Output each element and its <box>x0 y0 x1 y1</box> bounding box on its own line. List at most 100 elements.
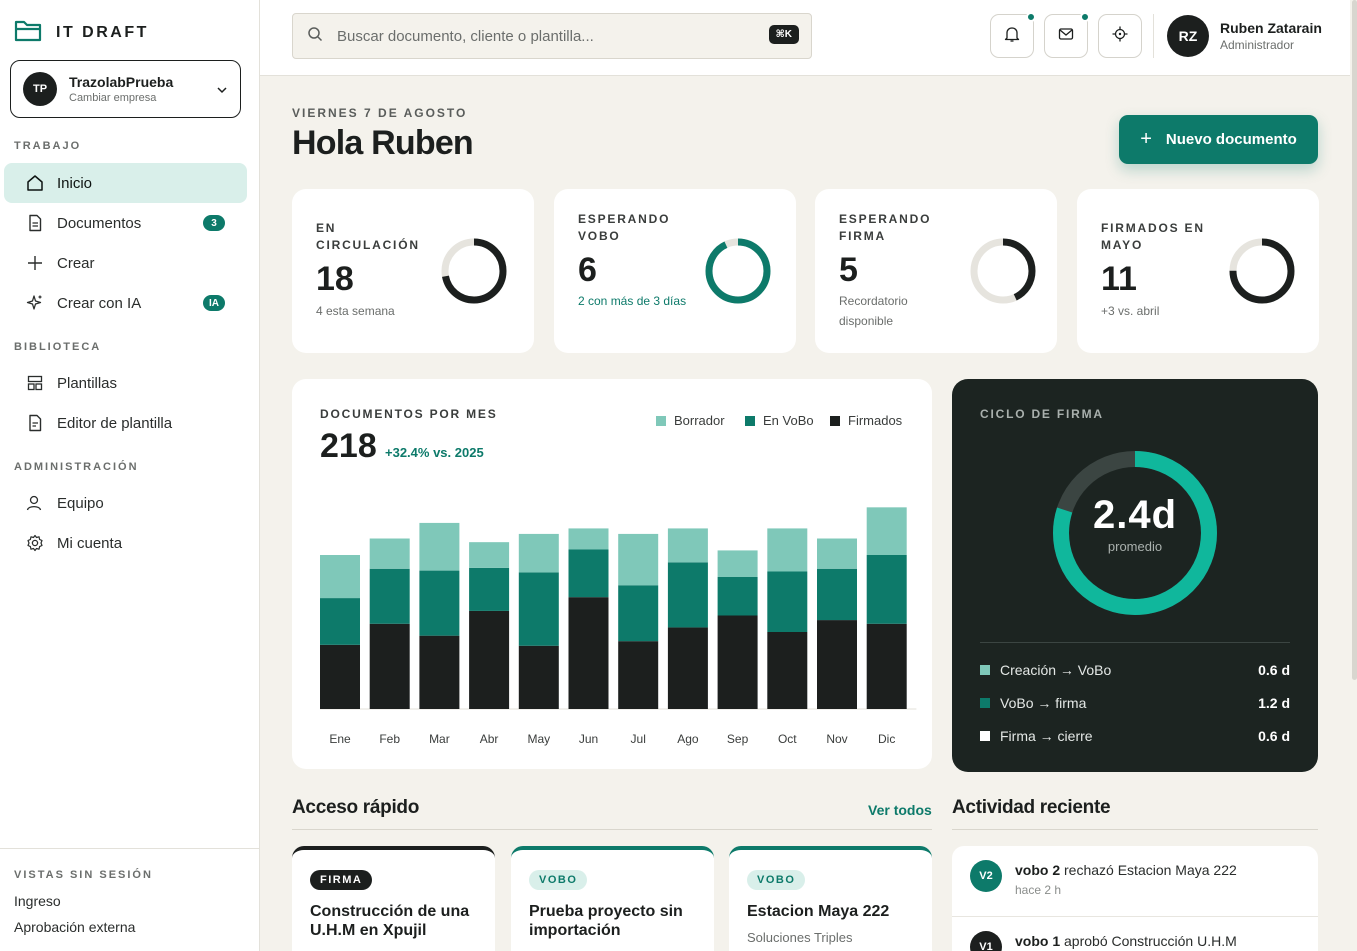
bar-en-vobo-may[interactable] <box>518 572 559 646</box>
search-box[interactable]: ⌘K <box>292 13 812 59</box>
company-switcher[interactable]: TP TrazolabPrueba Cambiar empresa <box>10 60 241 118</box>
scrollbar[interactable] <box>1352 0 1357 680</box>
activity-divider <box>952 829 1318 830</box>
brand-logo[interactable]: IT DRAFT <box>14 18 149 47</box>
search-input[interactable] <box>337 27 737 45</box>
link-aprobacion-externa[interactable]: Aprobación externa <box>14 919 135 935</box>
stat-card-vobo[interactable]: ESPERANDO VOBO 6 2 con más de 3 días <box>554 189 796 353</box>
bar-borrador-mar[interactable] <box>419 522 460 571</box>
bar-firmados-may[interactable] <box>518 645 559 709</box>
bar-chart: Ene Feb Mar Abr May Jun Jul Ago Sep Oct Nov Dic <box>320 507 917 746</box>
status-badge: FIRMA <box>310 870 373 890</box>
bar-borrador-ene[interactable] <box>320 555 360 599</box>
bar-borrador-feb[interactable] <box>369 538 410 569</box>
stat-card-firmados[interactable]: FIRMADOS EN MAYO 11 +3 vs. abril <box>1077 189 1319 353</box>
bar-en-vobo-oct[interactable] <box>767 571 808 633</box>
bar-firmados-mar[interactable] <box>419 635 460 709</box>
documents-count-badge: 3 <box>203 215 225 231</box>
bar-firmados-feb[interactable] <box>369 623 410 709</box>
bar-borrador-ago[interactable] <box>667 528 708 563</box>
quick-access-title: Acceso rápido <box>292 797 420 818</box>
status-badge: VOBO <box>747 870 806 890</box>
x-tick-label: May <box>527 732 550 746</box>
bar-firmados-ago[interactable] <box>667 627 708 709</box>
stat-donut <box>970 238 1036 304</box>
quick-card-title: Estacion Maya 222 <box>747 903 890 920</box>
cycle-swatch <box>980 698 990 708</box>
stat-value: 18 <box>316 260 354 298</box>
topbar-separator <box>1153 14 1154 58</box>
sidebar-item-inicio[interactable]: Inicio <box>4 163 247 203</box>
search-icon <box>307 26 323 47</box>
bar-en-vobo-nov[interactable] <box>817 568 857 621</box>
bar-firmados-ene[interactable] <box>320 644 360 709</box>
user-avatar[interactable]: RZ <box>1167 15 1209 57</box>
bar-en-vobo-mar[interactable] <box>419 570 460 636</box>
sidebar-item-editor-plantilla[interactable]: Editor de plantilla <box>4 403 247 443</box>
cycle-sub: promedio <box>1107 539 1163 554</box>
sidebar-item-label: Documentos <box>57 214 142 232</box>
sidebar-item-equipo[interactable]: Equipo <box>4 483 247 523</box>
bar-borrador-jul[interactable] <box>618 533 659 586</box>
quick-card[interactable]: VOBO Estacion Maya 222 Soluciones Triple… <box>729 846 932 951</box>
bar-en-vobo-abr[interactable] <box>469 567 510 611</box>
bar-firmados-sep[interactable] <box>717 615 758 710</box>
stat-donut <box>441 238 507 304</box>
activity-text: vobo 1 aprobó Construcción U.H.M <box>1015 933 1237 949</box>
bar-en-vobo-jun[interactable] <box>568 549 609 598</box>
bar-borrador-abr[interactable] <box>469 542 510 568</box>
stat-card-firma[interactable]: ESPERANDO FIRMA 5 Recordatorio disponibl… <box>815 189 1057 353</box>
bar-firmados-dic[interactable] <box>866 623 907 709</box>
link-ingreso[interactable]: Ingreso <box>14 893 61 909</box>
sidebar: IT DRAFT TP TrazolabPrueba Cambiar empre… <box>0 0 260 951</box>
sidebar-item-documentos[interactable]: Documentos 3 <box>4 203 247 243</box>
new-document-button[interactable]: + Nuevo documento <box>1119 115 1318 164</box>
user-role: Administrador <box>1220 38 1295 52</box>
topbar: ⌘K RZ Ruben Zatarain Administrador <box>260 0 1350 76</box>
bar-en-vobo-sep[interactable] <box>717 577 758 616</box>
bar-en-vobo-ago[interactable] <box>667 562 708 628</box>
bar-en-vobo-jul[interactable] <box>618 585 659 642</box>
cycle-row-value: 1.2 d <box>1258 695 1290 711</box>
bar-borrador-may[interactable] <box>518 533 559 573</box>
activity-time: hace 2 h <box>1015 883 1062 897</box>
bar-firmados-abr[interactable] <box>469 610 510 709</box>
sidebar-item-crear-ia[interactable]: Crear con IA IA <box>4 283 247 323</box>
bar-borrador-oct[interactable] <box>767 528 808 572</box>
locate-button[interactable] <box>1098 14 1142 58</box>
bar-borrador-sep[interactable] <box>717 550 758 577</box>
company-switch-label: Cambiar empresa <box>69 92 157 104</box>
bar-firmados-jun[interactable] <box>568 597 609 709</box>
bar-en-vobo-dic[interactable] <box>866 555 907 624</box>
bar-firmados-nov[interactable] <box>817 620 857 709</box>
bar-borrador-jun[interactable] <box>568 528 609 550</box>
bar-borrador-dic[interactable] <box>866 507 907 555</box>
bar-en-vobo-ene[interactable] <box>320 598 360 645</box>
stat-card-circulacion[interactable]: EN CIRCULACIÓN 18 4 esta semana <box>292 189 534 353</box>
sidebar-item-label: Inicio <box>57 174 93 192</box>
activity-item[interactable]: V2 vobo 2 rechazó Estacion Maya 222 hace… <box>952 846 1318 916</box>
cycle-row: Firma → cierre 0.6 d <box>980 728 1290 744</box>
sidebar-item-label: Editor de plantilla <box>57 414 173 432</box>
templates-icon <box>26 374 44 392</box>
messages-button[interactable] <box>1044 12 1090 58</box>
activity-item[interactable]: V1 vobo 1 aprobó Construcción U.H.M <box>952 916 1318 951</box>
stat-note: Recordatorio disponible <box>839 294 908 328</box>
quick-card[interactable]: VOBO Prueba proyecto sin importación <box>511 846 714 951</box>
sidebar-item-plantillas[interactable]: Plantillas <box>4 363 247 403</box>
quick-card[interactable]: FIRMA Construcción de una U.H.M en Xpuji… <box>292 846 495 951</box>
bar-en-vobo-feb[interactable] <box>369 568 410 624</box>
quick-card-title: Construcción de una U.H.M en Xpujil <box>310 903 470 939</box>
cycle-row: VoBo → firma 1.2 d <box>980 695 1290 711</box>
sidebar-item-mi-cuenta[interactable]: Mi cuenta <box>4 523 247 563</box>
notifications-button[interactable] <box>990 12 1036 58</box>
bar-firmados-oct[interactable] <box>767 632 808 709</box>
stat-label: ESPERANDO FIRMA <box>839 212 932 243</box>
bar-firmados-jul[interactable] <box>618 641 659 709</box>
sidebar-item-crear[interactable]: Crear <box>4 243 247 283</box>
bar-borrador-nov[interactable] <box>817 538 857 569</box>
new-document-label: Nuevo documento <box>1165 131 1297 148</box>
home-icon <box>26 174 44 192</box>
see-all-link[interactable]: Ver todos <box>868 802 932 818</box>
section-label-trabajo: TRABAJO <box>14 140 82 152</box>
